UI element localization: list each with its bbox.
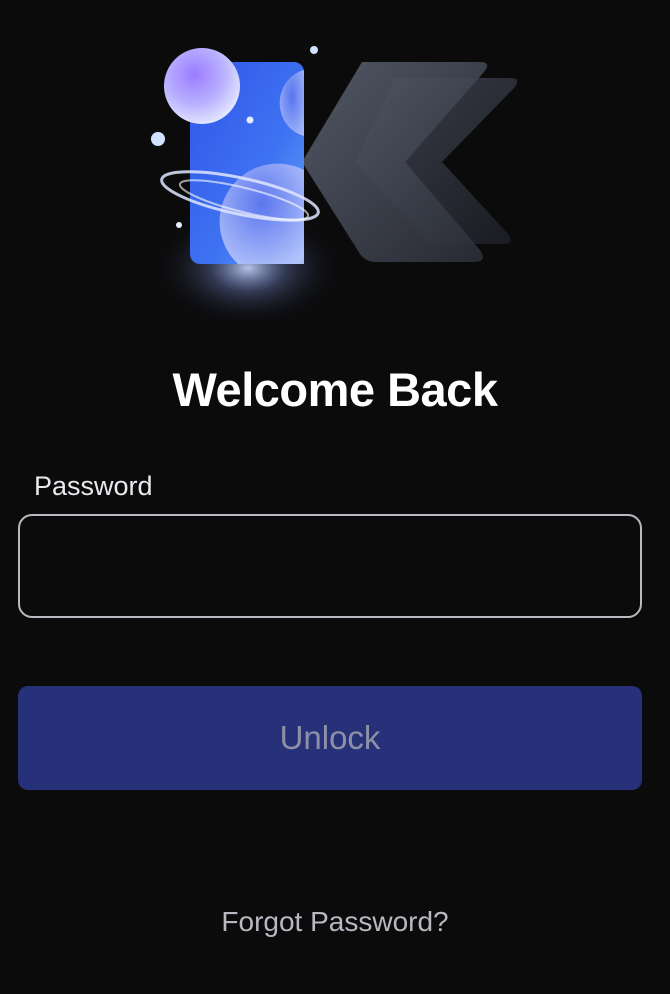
page-title: Welcome Back bbox=[172, 363, 498, 416]
password-input[interactable] bbox=[18, 514, 642, 618]
planet-k-logo-icon bbox=[151, 46, 518, 328]
password-label: Password bbox=[34, 471, 153, 501]
forgot-password-link[interactable]: Forgot Password? bbox=[0, 900, 670, 944]
unlock-screen: Welcome Back Password Unlock Forgot Pass… bbox=[0, 0, 670, 994]
unlock-button[interactable]: Unlock bbox=[18, 686, 642, 790]
